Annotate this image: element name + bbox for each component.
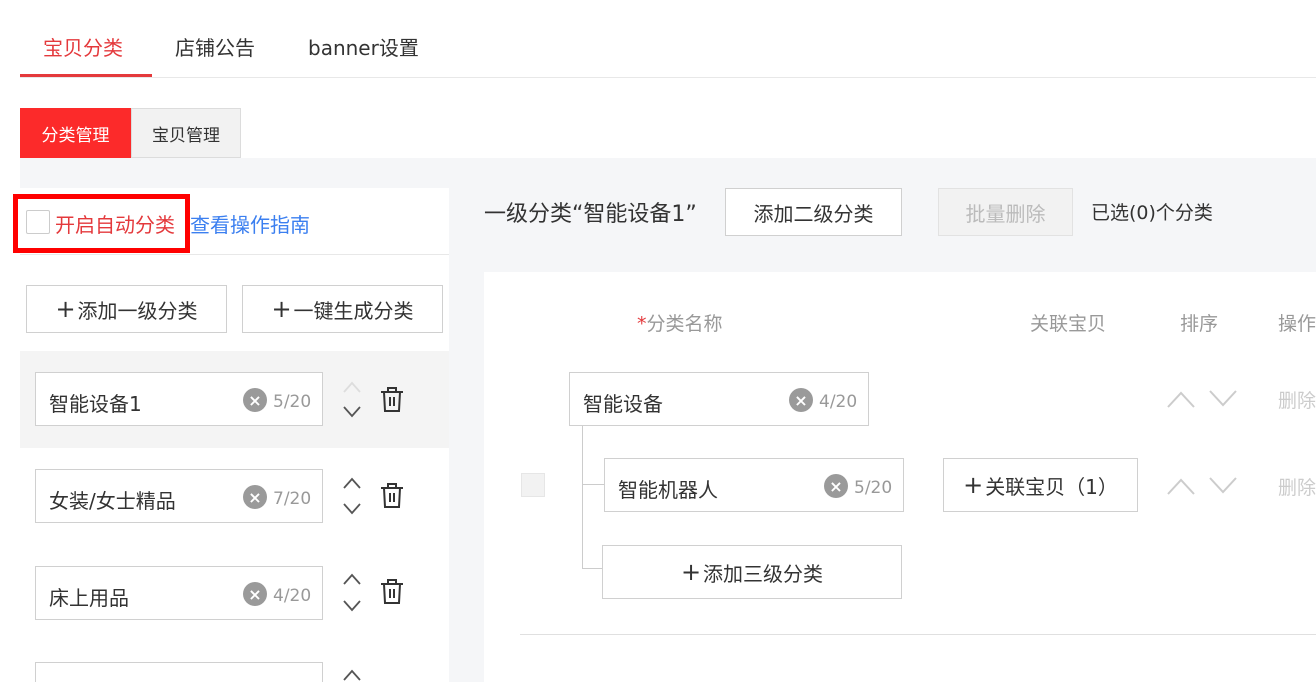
move-down-icon[interactable] xyxy=(342,403,362,421)
delete-link[interactable]: 删除 xyxy=(1278,386,1316,413)
char-count: 4/20 xyxy=(273,586,312,606)
category-name: 智能设备1 xyxy=(49,392,142,416)
row-checkbox[interactable] xyxy=(521,473,545,497)
category-name-input-partial[interactable] xyxy=(35,662,323,682)
plus-icon: + xyxy=(680,558,702,586)
add-second-level-button[interactable]: 添加二级分类 xyxy=(725,188,902,236)
tree-line xyxy=(582,426,583,569)
category-name-input[interactable]: 女装/女士精品 × 7/20 xyxy=(35,469,323,523)
active-tab-underline xyxy=(20,74,152,77)
category-name-input[interactable]: 床上用品 × 4/20 xyxy=(35,566,323,620)
divider xyxy=(20,254,449,255)
column-header-linked: 关联宝贝 xyxy=(1030,313,1107,335)
plus-icon: + xyxy=(55,295,76,323)
move-down-icon[interactable] xyxy=(1208,388,1238,410)
clear-icon[interactable]: × xyxy=(789,388,813,412)
delete-link[interactable]: 删除 xyxy=(1278,473,1316,500)
subtab-item-management[interactable]: 宝贝管理 xyxy=(131,108,241,158)
link-items-label: 关联宝贝（1） xyxy=(985,474,1118,499)
move-up-icon[interactable] xyxy=(342,378,362,396)
column-header-name-label: 分类名称 xyxy=(646,313,723,335)
link-items-button[interactable]: + 关联宝贝（1） xyxy=(943,458,1138,512)
second-level-name-input[interactable]: 智能设备 × 4/20 xyxy=(569,372,869,426)
trash-icon[interactable] xyxy=(379,386,405,414)
clear-icon[interactable]: × xyxy=(243,388,267,412)
trash-icon[interactable] xyxy=(379,578,405,606)
subtab-category-management[interactable]: 分类管理 xyxy=(20,108,131,158)
add-third-level-label: 添加三级分类 xyxy=(703,561,824,586)
plus-icon: + xyxy=(271,295,292,323)
tab-banner-settings[interactable]: banner设置 xyxy=(308,32,419,61)
move-up-icon[interactable] xyxy=(342,474,362,492)
add-first-level-button[interactable]: + 添加一级分类 xyxy=(26,285,227,333)
move-up-icon[interactable] xyxy=(342,570,362,588)
tree-line xyxy=(582,484,604,485)
add-first-level-label: 添加一级分类 xyxy=(77,298,198,323)
move-down-icon[interactable] xyxy=(1208,475,1238,497)
highlight-box xyxy=(13,194,190,253)
move-down-icon[interactable] xyxy=(342,500,362,518)
clear-icon[interactable]: × xyxy=(243,582,267,606)
char-count: 4/20 xyxy=(819,392,858,412)
batch-delete-button[interactable]: 批量删除 xyxy=(938,188,1073,236)
move-down-icon[interactable] xyxy=(342,597,362,615)
first-level-title: 一级分类“智能设备1” xyxy=(484,202,697,227)
trash-icon[interactable] xyxy=(379,482,405,510)
category-name: 智能机器人 xyxy=(618,478,718,502)
clear-icon[interactable]: × xyxy=(824,474,848,498)
char-count: 7/20 xyxy=(273,489,312,509)
tab-item-category[interactable]: 宝贝分类 xyxy=(43,32,123,61)
divider xyxy=(520,634,1316,635)
plus-icon: + xyxy=(963,471,984,499)
required-mark: * xyxy=(637,313,647,335)
column-header-ops: 操作 xyxy=(1278,313,1316,335)
view-guide-link[interactable]: 查看操作指南 xyxy=(190,209,310,238)
tab-shop-notice[interactable]: 店铺公告 xyxy=(175,32,255,61)
category-name: 智能设备 xyxy=(583,392,663,416)
move-up-icon[interactable] xyxy=(1166,475,1196,497)
clear-icon[interactable]: × xyxy=(243,485,267,509)
tree-line xyxy=(582,568,602,569)
column-header-sort: 排序 xyxy=(1180,313,1219,335)
category-name-input[interactable]: 智能设备1 × 5/20 xyxy=(35,372,323,426)
add-third-level-button[interactable]: + 添加三级分类 xyxy=(602,545,902,599)
generate-category-button[interactable]: + 一键生成分类 xyxy=(242,285,443,333)
selected-count-text: 已选(0)个分类 xyxy=(1091,202,1213,224)
char-count: 5/20 xyxy=(854,478,893,498)
move-up-icon[interactable] xyxy=(1166,388,1196,410)
third-level-name-input[interactable]: 智能机器人 × 5/20 xyxy=(604,458,904,512)
move-up-icon[interactable] xyxy=(342,666,362,682)
column-header-name: *分类名称 xyxy=(637,309,723,336)
category-name: 床上用品 xyxy=(49,586,129,610)
top-tabs: 宝贝分类 店铺公告 banner设置 xyxy=(20,0,1316,78)
char-count: 5/20 xyxy=(273,392,312,412)
generate-category-label: 一键生成分类 xyxy=(293,298,414,323)
category-name: 女装/女士精品 xyxy=(49,489,176,513)
